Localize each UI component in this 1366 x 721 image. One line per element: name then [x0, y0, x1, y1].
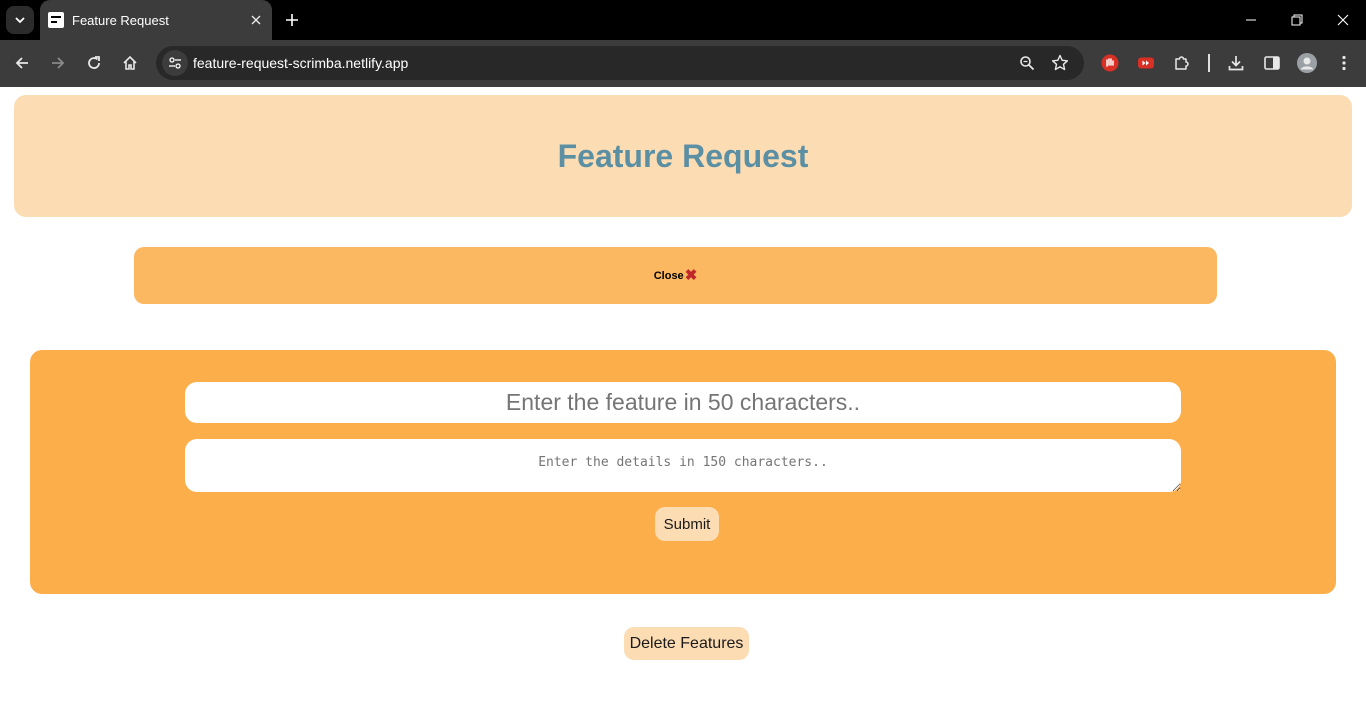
back-button[interactable]	[8, 49, 36, 77]
close-form-button[interactable]: Close ✖	[134, 247, 1217, 304]
side-panel-icon	[1264, 56, 1280, 70]
browser-tab-strip: Feature Request	[0, 0, 1366, 40]
tab-search-button[interactable]	[6, 6, 34, 34]
reload-icon	[88, 56, 100, 69]
url-text[interactable]: feature-request-scrimba.netlify.app	[193, 55, 408, 71]
minimize-button[interactable]	[1228, 0, 1274, 40]
profile-button[interactable]	[1297, 53, 1317, 73]
details-textarea[interactable]	[185, 439, 1181, 492]
close-window-button[interactable]	[1320, 0, 1366, 40]
home-button[interactable]	[116, 49, 144, 77]
download-icon	[1228, 56, 1244, 71]
tune-icon	[169, 57, 181, 69]
browser-tab[interactable]: Feature Request	[40, 0, 272, 40]
close-icon	[251, 15, 261, 25]
scrimba-favicon-icon	[48, 12, 64, 28]
hand-stop-icon	[1101, 54, 1119, 72]
forward-button[interactable]	[44, 49, 72, 77]
close-label: Close	[653, 269, 684, 282]
tab-close-button[interactable]	[246, 10, 266, 30]
reload-button[interactable]	[80, 49, 108, 77]
extensions-button[interactable]	[1172, 53, 1192, 73]
arrow-left-icon	[15, 57, 28, 69]
browser-toolbar: feature-request-scrimba.netlify.app	[0, 40, 1366, 87]
youtube-ext-icon	[1138, 57, 1154, 69]
home-icon	[123, 55, 137, 70]
plus-icon	[286, 14, 298, 26]
feature-input[interactable]	[185, 382, 1181, 423]
puzzle-icon	[1175, 56, 1189, 70]
page-title: Feature Request	[557, 137, 809, 174]
downloads-button[interactable]	[1226, 53, 1246, 73]
browser-menu-button[interactable]	[1334, 53, 1354, 73]
toolbar-separator	[1208, 54, 1210, 72]
address-bar[interactable]: feature-request-scrimba.netlify.app	[156, 46, 1084, 80]
arrow-right-icon	[52, 57, 65, 69]
restore-icon	[1291, 14, 1303, 26]
bookmark-button[interactable]	[1050, 53, 1070, 73]
page-header: Feature Request	[14, 95, 1352, 217]
star-icon	[1051, 54, 1069, 71]
youtube-extension-button[interactable]	[1136, 53, 1156, 73]
side-panel-button[interactable]	[1262, 53, 1282, 73]
close-icon	[1337, 14, 1349, 26]
avatar-icon	[1297, 53, 1317, 73]
minimize-icon	[1246, 19, 1256, 21]
site-info-button[interactable]	[162, 50, 188, 76]
kebab-menu-icon	[1342, 55, 1346, 71]
zoom-icon	[1020, 56, 1035, 71]
tab-title: Feature Request	[72, 12, 169, 28]
zoom-button[interactable]	[1017, 53, 1037, 73]
chevron-down-icon	[15, 17, 25, 24]
submit-button[interactable]: Submit	[655, 507, 719, 541]
feature-request-form: Submit	[30, 350, 1336, 594]
restore-button[interactable]	[1274, 0, 1320, 40]
delete-features-button[interactable]: Delete Features	[624, 627, 749, 660]
cross-mark-icon: ✖	[684, 267, 698, 284]
page-content: Feature Request Close ✖ Submit Delete Fe…	[0, 87, 1366, 721]
hand-stop-extension-button[interactable]	[1100, 53, 1120, 73]
new-tab-button[interactable]	[281, 8, 303, 32]
